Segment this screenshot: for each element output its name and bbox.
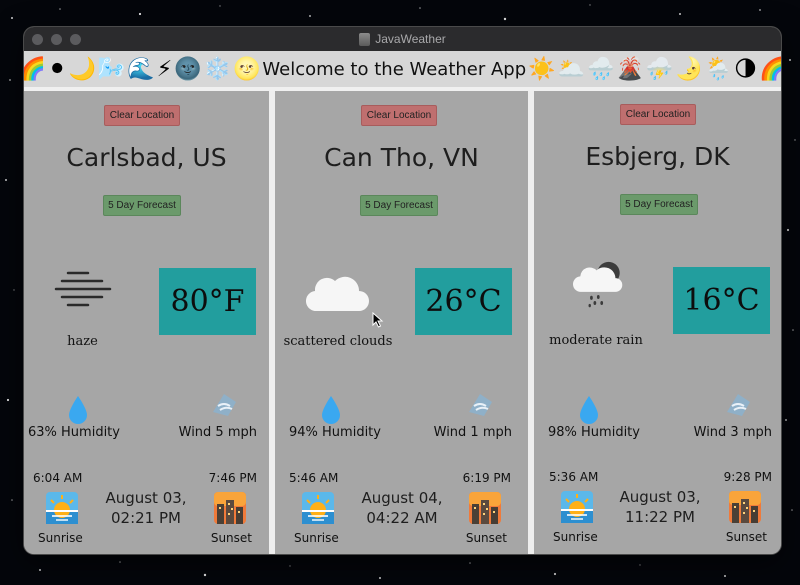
moon-rain-cloud-icon: [572, 261, 623, 308]
local-date-time: August 04, 04:22 AM: [340, 488, 464, 528]
banner-emoji-icon: ☀️: [528, 56, 556, 82]
wind-icon: [469, 394, 492, 416]
clear-location-button[interactable]: Clear Location: [620, 104, 696, 125]
sunset-label: Sunset: [465, 531, 507, 545]
app-window: JavaWeather 🌈 ⚫ 🌙 🌬️ 🌊 ⚡ 🌚 ❄️ 🌝 Welcome …: [24, 27, 781, 554]
banner-emoji-icon: ❄️: [203, 56, 231, 82]
weather-description: scattered clouds: [283, 334, 393, 349]
sunset-time: 9:28 PM: [723, 470, 772, 484]
time-line: 02:21 PM: [111, 509, 181, 527]
time-line: 04:22 AM: [366, 509, 438, 527]
sunset-icon: [469, 492, 501, 524]
date-line: August 04,: [361, 489, 443, 507]
sunrise-label: Sunrise: [38, 531, 83, 545]
banner-emoji-icon: ⚫: [48, 56, 67, 82]
wind-text: Wind 1 mph: [433, 425, 512, 440]
five-day-forecast-button[interactable]: 5 Day Forecast: [620, 194, 698, 215]
date-line: August 03,: [105, 489, 187, 507]
sunrise-icon: [561, 491, 593, 523]
humidity-drop-icon: [322, 396, 340, 424]
temperature-display: 26°C: [415, 268, 512, 335]
wind-icon: [213, 394, 236, 416]
sunrise-time: 5:46 AM: [289, 471, 339, 485]
weather-description: haze: [67, 334, 98, 349]
sunrise-label: Sunrise: [294, 531, 339, 545]
banner-emoji-icon: ⚡: [156, 56, 173, 82]
temperature-display: 80°F: [159, 268, 256, 335]
city-name: Esbjerg, DK: [585, 142, 730, 171]
window-title: JavaWeather: [375, 32, 446, 46]
banner-emoji-icon: 🌈: [24, 57, 46, 82]
banner-emoji-icon: 🌊: [127, 56, 155, 82]
city-name: Can Tho, VN: [324, 143, 479, 172]
sunrise-time: 6:04 AM: [33, 471, 83, 485]
weather-description: moderate rain: [549, 333, 643, 348]
date-line: August 03,: [619, 488, 701, 506]
five-day-forecast-button[interactable]: 5 Day Forecast: [103, 195, 181, 216]
banner-emoji-icon: 🌗: [734, 56, 757, 82]
banner-emoji-icon: 🌬️: [97, 56, 126, 82]
humidity-text: 63% Humidity: [28, 425, 120, 440]
app-icon: [359, 32, 371, 46]
title-bar[interactable]: JavaWeather: [24, 27, 781, 52]
banner-emoji-icon: 🌛: [675, 56, 703, 82]
city-name: Carlsbad, US: [66, 143, 227, 172]
banner-emoji-icon: 🌥️: [557, 56, 585, 82]
temperature-display: 16°C: [673, 267, 770, 334]
location-panels: Clear Location Carlsbad, US 5 Day Foreca…: [24, 91, 781, 554]
sunrise-time: 5:36 AM: [549, 470, 599, 484]
humidity-drop-icon: [69, 396, 87, 424]
sunrise-icon: [302, 492, 334, 524]
wind-text: Wind 3 mph: [693, 425, 772, 440]
mouse-cursor-icon: [372, 312, 384, 328]
sunset-label: Sunset: [725, 530, 767, 544]
banner-emoji-icon: ⛈️: [645, 56, 674, 82]
welcome-text: Welcome to the Weather App: [262, 58, 527, 80]
local-date-time: August 03, 11:22 PM: [598, 487, 722, 527]
haze-icon: [54, 271, 112, 307]
banner-emoji-icon: 🌈: [759, 57, 781, 82]
five-day-forecast-button[interactable]: 5 Day Forecast: [360, 195, 438, 216]
sunset-time: 7:46 PM: [208, 471, 257, 485]
cloud-icon: [305, 276, 369, 312]
banner-emoji-icon: 🌦️: [704, 56, 733, 82]
sunset-label: Sunset: [210, 531, 252, 545]
sunset-icon: [729, 491, 761, 523]
sunrise-label: Sunrise: [553, 530, 598, 544]
welcome-banner: 🌈 ⚫ 🌙 🌬️ 🌊 ⚡ 🌚 ❄️ 🌝 Welcome to the Weath…: [24, 51, 781, 91]
banner-emoji-icon: 🌚: [174, 56, 202, 82]
clear-location-button[interactable]: Clear Location: [104, 105, 180, 126]
sunrise-icon: [46, 492, 78, 524]
banner-emoji-icon: 🌧️: [586, 56, 615, 82]
wind-icon: [727, 394, 750, 416]
sunset-time: 6:19 PM: [462, 471, 511, 485]
sunset-icon: [214, 492, 246, 524]
banner-emoji-icon: 🌙: [68, 56, 96, 82]
humidity-drop-icon: [580, 396, 598, 424]
time-line: 11:22 PM: [625, 508, 695, 526]
clear-location-button[interactable]: Clear Location: [361, 105, 437, 126]
humidity-text: 94% Humidity: [289, 425, 381, 440]
location-panel: Clear Location Carlsbad, US 5 Day Foreca…: [24, 91, 269, 554]
banner-emoji-icon: 🌋: [616, 56, 644, 82]
banner-emoji-icon: 🌝: [232, 56, 261, 82]
location-panel: Clear Location Can Tho, VN 5 Day Forecas…: [275, 91, 528, 554]
local-date-time: August 03, 02:21 PM: [84, 488, 208, 528]
humidity-text: 98% Humidity: [548, 425, 640, 440]
wind-text: Wind 5 mph: [178, 425, 257, 440]
location-panel: Clear Location Esbjerg, DK 5 Day Forecas…: [534, 91, 781, 554]
